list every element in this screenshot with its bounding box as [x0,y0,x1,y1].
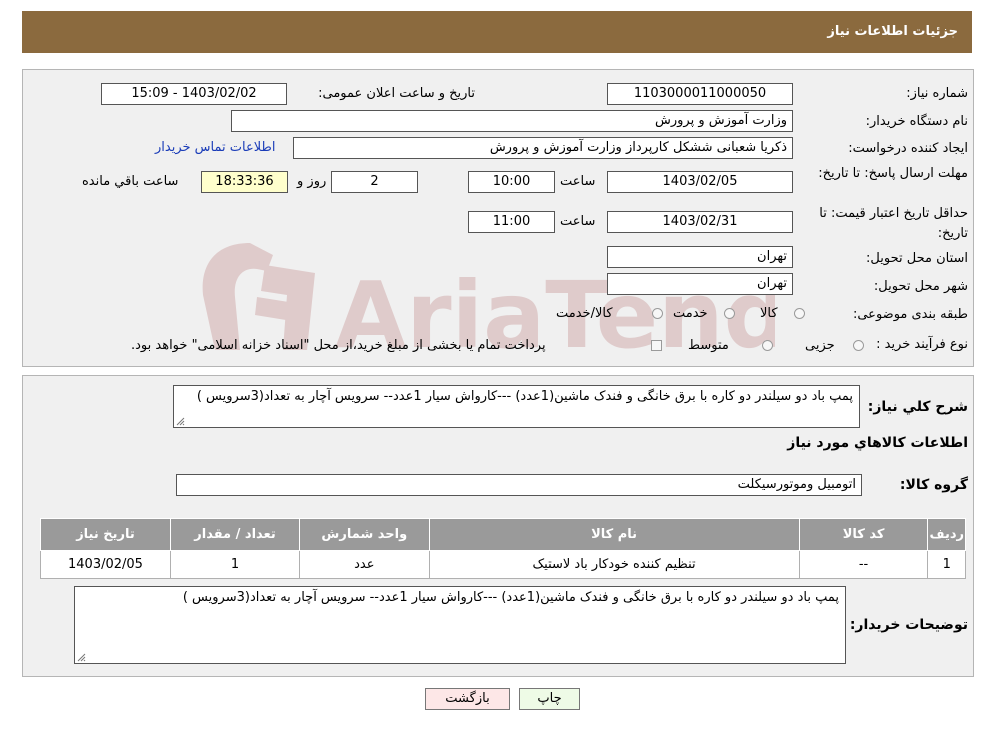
page-title: جزئیات اطلاعات نیاز [827,24,958,39]
summary-textarea[interactable]: پمپ باد دو سیلندر دو کاره با برق خانگی و… [173,385,860,428]
remaining-time-field[interactable]: 18:33:36 [201,171,288,193]
col-date-header: تاریخ نیاز [40,518,171,551]
category-goods-radio[interactable] [794,308,805,319]
process-minor-label: جزیی [805,338,835,353]
cell-code: -- [798,550,929,579]
deadline-date-field[interactable]: 1403/02/05 [607,171,793,193]
back-button[interactable]: بازگشت [425,688,510,710]
items-table-wrap: رديف کد کالا نام کالا واحد شمارش تعداد /… [40,518,966,579]
price-validity-label: حداقل تاریخ اعتبار قیمت: تا تاریخ: [819,206,968,241]
items-table-header: رديف کد کالا نام کالا واحد شمارش تعداد /… [40,518,966,551]
city-field[interactable]: تهران [607,273,793,295]
buyer-org-label: نام دستگاه خریدار: [865,114,968,129]
days-label: روز و [297,174,327,189]
province-field[interactable]: تهران [607,246,793,268]
validity-time-label: ساعت [560,214,596,229]
validity-time-field[interactable]: 11:00 [468,211,555,233]
cell-name: تنظیم کننده خودکار باد لاستیک [428,550,800,579]
goods-group-label: گروه کالا: [899,477,968,493]
col-code-header: کد کالا [798,518,929,551]
deadline-time-field[interactable]: 10:00 [468,171,555,193]
category-label: طبقه بندی موضوعی: [852,307,968,322]
creator-field[interactable]: ذکریا شعبانی ششکل کارپرداز وزارت آموزش و… [293,137,793,159]
goods-group-field[interactable]: اتومبیل وموتورسیکلت [176,474,862,496]
summary-label: شرح کلي نياز: [867,399,968,415]
buyer-notes-textarea[interactable]: پمپ باد دو سیلندر دو کاره با برق خانگی و… [74,586,846,664]
resize-handle-icon[interactable] [176,417,185,426]
summary-text: پمپ باد دو سیلندر دو کاره با برق خانگی و… [196,389,853,404]
city-label: شهر محل تحویل: [873,279,968,294]
remaining-days-field[interactable]: 2 [331,171,418,193]
cell-quantity: 1 [169,550,301,579]
validity-date-field[interactable]: 1403/02/31 [607,211,793,233]
treasury-payment-note: پرداخت تمام یا بخشی از مبلغ خرید،از محل … [131,338,546,353]
category-service-radio[interactable] [724,308,735,319]
cell-need-date: 1403/02/05 [40,550,171,579]
items-table: رديف کد کالا نام کالا واحد شمارش تعداد /… [40,518,966,579]
creator-label: ایجاد کننده درخواست: [848,141,968,156]
col-unit-header: واحد شمارش [299,518,430,551]
announce-datetime-label: تاریخ و ساعت اعلان عمومی: [318,86,475,101]
category-both-label: کالا/خدمت [556,306,613,321]
buyer-notes-text: پمپ باد دو سیلندر دو کاره با برق خانگی و… [182,590,839,605]
col-row-header: رديف [927,518,966,551]
category-both-radio[interactable] [652,308,663,319]
cell-unit: عدد [299,550,430,579]
treasury-payment-checkbox[interactable] [651,340,662,351]
col-name-header: نام کالا [428,518,800,551]
process-medium-label: متوسط [688,338,729,353]
print-button[interactable]: چاپ [519,688,580,710]
announce-datetime-field[interactable]: 1403/02/02 - 15:09 [101,83,287,105]
buyer-contact-link[interactable]: اطلاعات تماس خریدار [155,140,275,155]
category-goods-label: کالا [760,306,778,321]
col-qty-header: تعداد / مقدار [169,518,301,551]
buyer-notes-label: توضیحات خریدار: [849,617,968,633]
process-medium-radio[interactable] [762,340,773,351]
page-header: جزئیات اطلاعات نیاز [22,11,972,53]
category-service-label: خدمت [673,306,708,321]
resize-handle-icon[interactable] [77,653,86,662]
items-section-title: اطلاعات کالاهاي مورد نياز [787,435,968,451]
deadline-label: مهلت ارسال پاسخ: تا تاریخ: [818,166,968,181]
deadline-time-label: ساعت [560,174,596,189]
province-label: استان محل تحویل: [866,251,968,266]
process-label: نوع فرآیند خرید : [876,337,968,352]
table-row: 1 -- تنظیم کننده خودکار باد لاستیک عدد 1… [40,550,966,579]
need-number-label: شماره نیاز: [906,86,968,101]
remaining-time-label: ساعت باقي مانده [82,174,179,189]
need-number-field[interactable]: 1103000011000050 [607,83,793,105]
process-minor-radio[interactable] [853,340,864,351]
buyer-org-field[interactable]: وزارت آموزش و پرورش [231,110,793,132]
cell-row-number: 1 [927,550,966,579]
